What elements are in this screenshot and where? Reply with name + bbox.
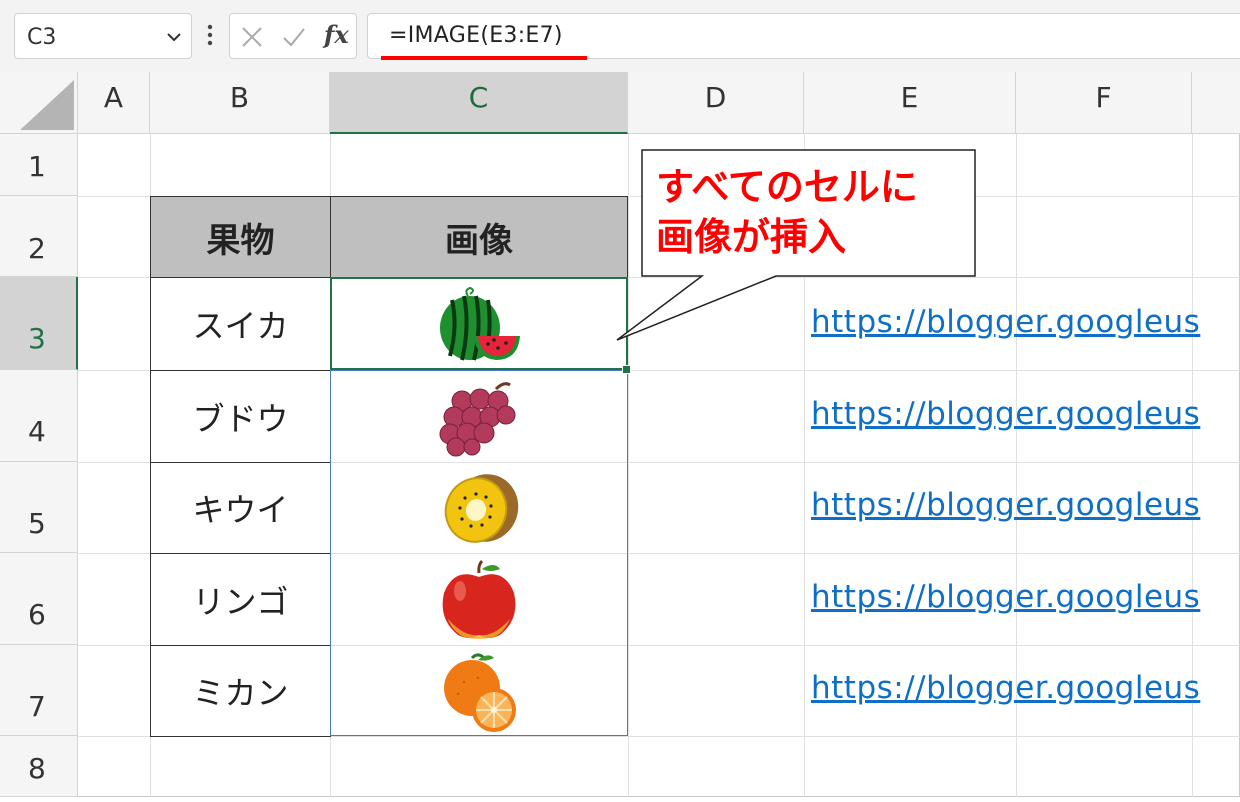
name-box-value: C3 xyxy=(27,25,57,50)
url-link-e4[interactable]: https://blogger.googleus xyxy=(811,396,1200,432)
url-link-e3[interactable]: https://blogger.googleus xyxy=(811,304,1200,340)
column-header-c[interactable]: C xyxy=(330,72,628,134)
column-header-d[interactable]: D xyxy=(628,72,804,134)
formula-buttons: fx xyxy=(229,13,357,59)
column-header-e[interactable]: E xyxy=(804,72,1016,134)
callout-text: すべてのセルに 画像が挿入 xyxy=(656,165,918,259)
row-header-1[interactable]: 1 xyxy=(0,134,78,196)
fruit-name-cell[interactable]: ミカン xyxy=(150,645,331,737)
row-header-7[interactable]: 7 xyxy=(0,645,78,736)
row-header-8[interactable]: 8 xyxy=(0,736,78,797)
column-header-a[interactable]: A xyxy=(78,72,150,134)
column-header-g[interactable] xyxy=(1192,72,1240,134)
selection-range xyxy=(330,370,628,736)
formula-text: =IMAGE(E3:E7) xyxy=(389,23,563,48)
row-header-4[interactable]: 4 xyxy=(0,370,78,462)
table-header-fruit[interactable]: 果物 xyxy=(150,196,331,278)
fx-icon[interactable]: fx xyxy=(324,20,349,49)
select-all-triangle-icon xyxy=(20,80,74,130)
column-header-b[interactable]: B xyxy=(150,72,330,134)
chevron-down-icon[interactable] xyxy=(165,28,183,46)
formula-underline xyxy=(381,56,587,60)
row-header-2[interactable]: 2 xyxy=(0,196,78,277)
url-link-e5[interactable]: https://blogger.googleus xyxy=(811,487,1200,523)
x-icon[interactable] xyxy=(240,25,264,49)
gridline xyxy=(628,134,629,797)
fruit-name-cell[interactable]: キウイ xyxy=(150,462,331,554)
column-header-f[interactable]: F xyxy=(1016,72,1192,134)
fruit-name-cell[interactable]: スイカ xyxy=(150,277,331,371)
active-cell-c3[interactable] xyxy=(330,277,628,370)
fill-handle[interactable] xyxy=(622,365,631,374)
check-icon[interactable] xyxy=(282,25,306,49)
row-header-5[interactable]: 5 xyxy=(0,462,78,553)
formula-bar: C3 fx =IMAGE(E3:E7) xyxy=(0,0,1240,72)
formula-input[interactable]: =IMAGE(E3:E7) xyxy=(367,13,1240,59)
fruit-name-cell[interactable]: ブドウ xyxy=(150,370,331,463)
row-header-3[interactable]: 3 xyxy=(0,277,78,370)
name-box[interactable]: C3 xyxy=(14,13,192,59)
table-header-image[interactable]: 画像 xyxy=(330,196,628,278)
url-link-e6[interactable]: https://blogger.googleus xyxy=(811,579,1200,615)
url-link-e7[interactable]: https://blogger.googleus xyxy=(811,670,1200,706)
fruit-name-cell[interactable]: リンゴ xyxy=(150,553,331,646)
more-options-icon[interactable] xyxy=(206,20,214,50)
row-header-6[interactable]: 6 xyxy=(0,553,78,645)
select-all-button[interactable] xyxy=(0,72,78,134)
